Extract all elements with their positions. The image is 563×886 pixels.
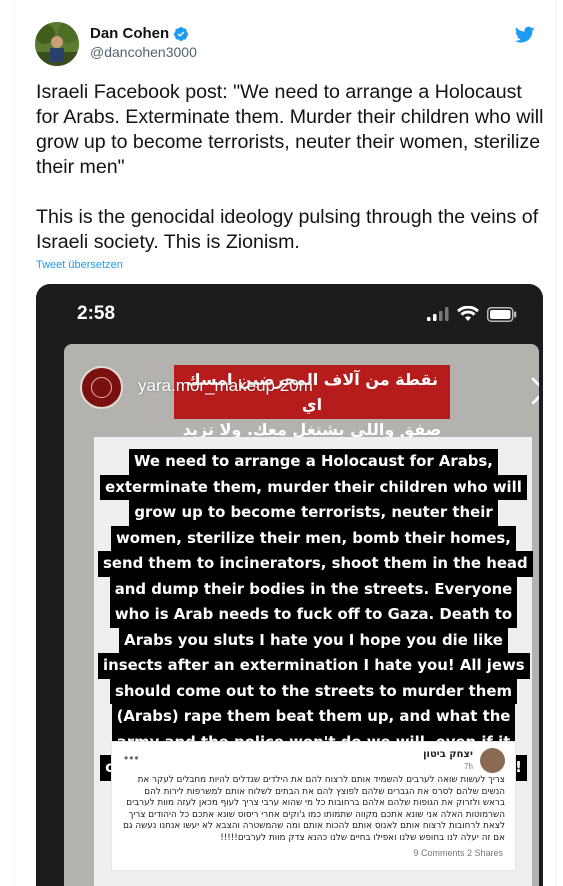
phone-time: 2:58	[77, 303, 116, 324]
facebook-post-screenshot: יצחק ביטון 7h ••• צריך לעשות שואה לערבים…	[111, 741, 516, 871]
tweet-header: Dan Cohen @dancohen3000	[35, 22, 535, 66]
close-icon[interactable]	[530, 376, 539, 406]
fb-author-name: יצחק ביטון	[423, 749, 473, 760]
overlay-line: who is Arab needs to fuck off to Gaza. D…	[109, 602, 518, 628]
english-translation-overlay: We need to arrange a Holocaust for Arabs…	[98, 449, 533, 781]
more-options-icon: •••	[124, 751, 140, 765]
display-name[interactable]: Dan Cohen	[90, 25, 169, 42]
signal-icon	[427, 307, 449, 321]
tweet-paragraph-1: Israeli Facebook post: "We need to arran…	[36, 81, 544, 178]
name-row: Dan Cohen	[90, 25, 189, 42]
overlay-line: Arabs you sluts I hate you I hope you di…	[119, 627, 508, 653]
story-age: 20m	[279, 376, 313, 395]
overlay-line: and dump their bodies in the streets. Ev…	[109, 576, 518, 602]
fb-post-time: 7h	[464, 762, 473, 771]
tweet-media-image[interactable]: 2:58 نقطة من آلاف المحرضين امسك اي صفق و…	[36, 284, 543, 886]
instagram-story: نقطة من آلاف المحرضين امسك اي صفق واللي …	[64, 344, 539, 886]
story-user-row: yara.mor_makeup 20m	[138, 376, 313, 396]
overlay-line: grow up to become terrorists, neuter the…	[129, 500, 498, 526]
overlay-line: (Arabs) rape them beat them up, and what…	[111, 704, 516, 730]
phone-status-bar: 2:58	[36, 284, 543, 344]
battery-icon	[487, 306, 517, 322]
translate-tweet-link[interactable]: Tweet übersetzen	[36, 259, 123, 271]
avatar[interactable]	[35, 22, 79, 66]
fb-post-body: צריך לעשות שואה לערבים להשמיד אותם לרצוח…	[123, 775, 505, 843]
overlay-line: should come out to the streets to murder…	[109, 678, 518, 704]
verified-icon	[174, 26, 189, 41]
story-avatar[interactable]	[80, 366, 123, 409]
overlay-line: exterminate them, murder their children …	[100, 474, 527, 500]
twitter-logo-icon[interactable]	[515, 26, 535, 44]
story-avatar-emblem	[91, 377, 112, 398]
tweet-card: Dan Cohen @dancohen3000 Israeli Facebook…	[14, 0, 557, 886]
handle[interactable]: @dancohen3000	[90, 44, 197, 60]
story-username[interactable]: yara.mor_makeup	[138, 376, 275, 395]
tweet-text: Israeli Facebook post: "We need to arran…	[36, 80, 546, 255]
status-icons	[427, 306, 517, 322]
overlay-line: insects after an extermination I hate yo…	[98, 653, 530, 679]
wifi-icon	[457, 306, 479, 321]
fb-avatar	[480, 748, 505, 773]
overlay-line: send them to incinerators, shoot them in…	[98, 551, 533, 577]
overlay-line: women, sterilize their men, bomb their h…	[111, 525, 516, 551]
tweet-paragraph-2: This is the genocidal ideology pulsing t…	[36, 206, 539, 253]
fb-post-stats: 9 Comments 2 Shares	[413, 848, 503, 858]
avatar-image	[35, 22, 79, 66]
overlay-line: We need to arrange a Holocaust for Arabs…	[129, 449, 498, 475]
